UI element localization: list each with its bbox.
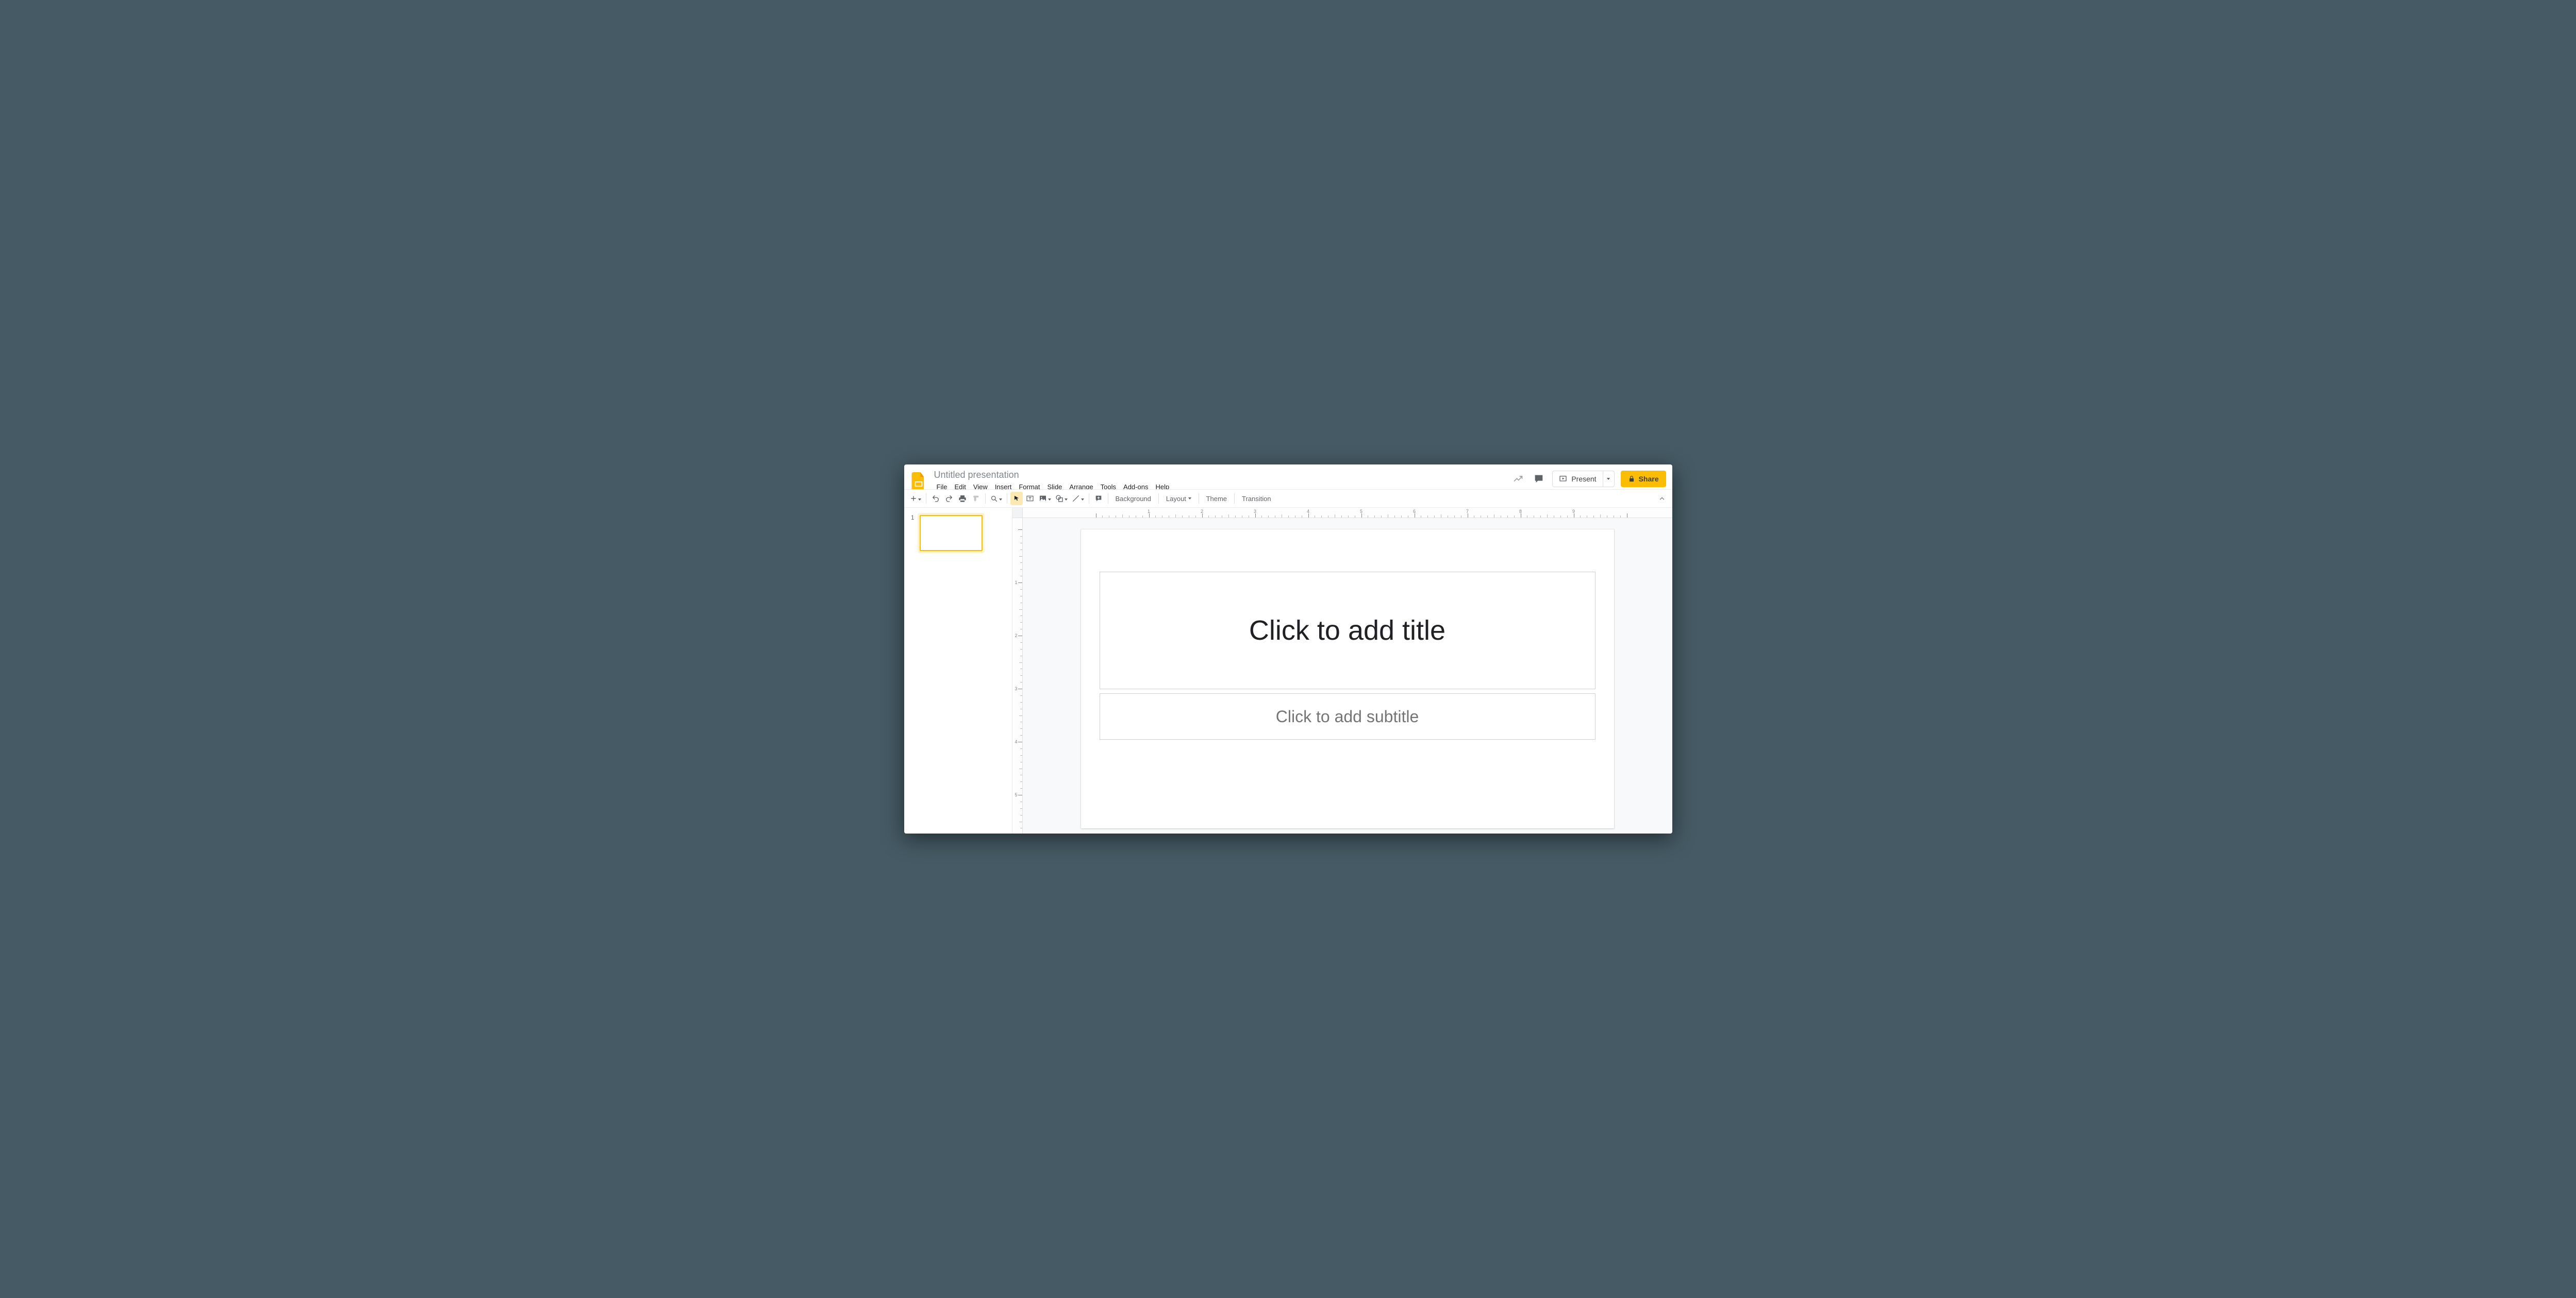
horizontal-ruler[interactable]: 1 2 3 4 5 6 7 8 9 [1023, 508, 1672, 518]
slide-thumbnail-row: 1 [909, 513, 1007, 553]
caret-down-icon [1188, 497, 1191, 500]
ruler-label: 4 [1015, 739, 1017, 744]
film-strip[interactable]: 1 [904, 508, 1012, 834]
caret-down-icon [1065, 498, 1068, 501]
textbox-tool[interactable] [1024, 492, 1036, 505]
caret-down-icon [918, 498, 921, 501]
activity-icon[interactable] [1511, 472, 1525, 486]
caret-down-icon [1607, 478, 1610, 480]
comments-icon[interactable] [1532, 472, 1546, 486]
separator [1234, 493, 1235, 504]
ruler-label: 6 [1413, 509, 1416, 514]
paint-format-button[interactable] [970, 492, 982, 505]
layout-button[interactable]: Layout [1162, 492, 1195, 505]
ruler-label: 3 [1015, 686, 1017, 691]
layout-label: Layout [1166, 495, 1186, 503]
background-button[interactable]: Background [1111, 492, 1155, 505]
undo-button[interactable] [929, 492, 942, 505]
title-bar: Untitled presentation File Edit View Ins… [904, 464, 1672, 489]
ruler-label: 5 [1015, 792, 1017, 797]
zoom-button[interactable] [989, 492, 1004, 505]
ruler-label: 8 [1519, 509, 1522, 514]
slide-number: 1 [909, 513, 915, 553]
ruler-label: 2 [1015, 633, 1017, 638]
ruler-label: 1 [1148, 509, 1150, 514]
canvas-area: 1 2 3 4 5 6 7 8 9 1 2 3 4 5 Click to add title Click… [1012, 508, 1672, 834]
redo-button[interactable] [943, 492, 955, 505]
present-play-icon [1559, 475, 1567, 483]
toolbar: Background Layout Theme Transition [904, 489, 1672, 508]
ruler-label: 3 [1254, 509, 1256, 514]
title-actions: Present Share [1511, 469, 1667, 487]
slide-thumbnail-selected[interactable] [918, 513, 985, 553]
select-tool[interactable] [1010, 492, 1023, 505]
present-label: Present [1571, 475, 1596, 483]
ruler-label: 4 [1307, 509, 1309, 514]
document-title[interactable]: Untitled presentation [933, 469, 1511, 481]
ruler-label: 2 [1201, 509, 1203, 514]
separator [985, 493, 986, 504]
new-slide-button[interactable] [908, 492, 923, 505]
lock-icon [1628, 475, 1635, 482]
collapse-toolbar-button[interactable] [1656, 492, 1668, 505]
subtitle-placeholder[interactable]: Click to add subtitle [1100, 693, 1596, 740]
ruler-label: 1 [1015, 580, 1017, 585]
transition-button[interactable]: Transition [1238, 492, 1275, 505]
slide-thumbnail [920, 515, 983, 551]
slide-stage[interactable]: Click to add title Click to add subtitle [1023, 518, 1672, 834]
ruler-label: 5 [1360, 509, 1362, 514]
app-window: Untitled presentation File Edit View Ins… [904, 464, 1672, 834]
caret-down-icon [1081, 498, 1084, 501]
present-dropdown[interactable] [1603, 471, 1614, 487]
present-button[interactable]: Present [1553, 471, 1602, 487]
separator [1158, 493, 1159, 504]
slide-canvas[interactable]: Click to add title Click to add subtitle [1081, 529, 1614, 828]
print-button[interactable] [956, 492, 969, 505]
caret-down-icon [1048, 498, 1051, 501]
image-tool[interactable] [1037, 492, 1053, 505]
line-tool[interactable] [1070, 492, 1086, 505]
workspace: 1 1 2 3 4 5 6 7 8 9 1 2 3 4 5 Click to add title Cli… [904, 508, 1672, 834]
ruler-label: 7 [1466, 509, 1469, 514]
share-button[interactable]: Share [1621, 471, 1666, 487]
caret-down-icon [999, 498, 1002, 501]
add-comment-button[interactable] [1092, 492, 1105, 505]
share-label: Share [1639, 475, 1659, 483]
present-button-group: Present [1552, 471, 1614, 487]
vertical-ruler[interactable]: 1 2 3 4 5 [1012, 518, 1023, 834]
ruler-corner [1012, 508, 1023, 518]
ruler-label: 9 [1572, 509, 1575, 514]
theme-button[interactable]: Theme [1202, 492, 1231, 505]
shape-tool[interactable] [1054, 492, 1069, 505]
title-placeholder[interactable]: Click to add title [1100, 572, 1596, 689]
